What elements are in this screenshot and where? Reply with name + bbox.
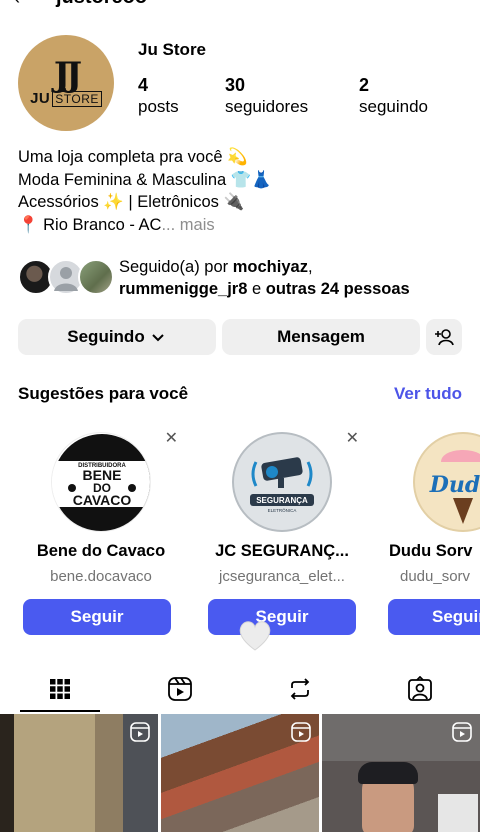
follow-button[interactable]: Seguir bbox=[23, 599, 171, 635]
tab-tagged[interactable] bbox=[390, 666, 450, 712]
avatar[interactable]: SEGURANÇA ELETRÔNICA bbox=[232, 432, 332, 532]
profile-stats: 4 posts 30 seguidores 2 seguindo bbox=[138, 74, 458, 124]
stat-following-number: 2 bbox=[359, 75, 370, 95]
add-person-icon bbox=[435, 329, 454, 346]
card-name[interactable]: Bene do Cavaco bbox=[14, 542, 188, 561]
stat-followers[interactable]: 30 seguidores bbox=[225, 74, 308, 118]
card-username: bene.docavaco bbox=[50, 568, 152, 585]
cap bbox=[358, 762, 418, 784]
follow-button[interactable]: Seguir bbox=[388, 599, 480, 635]
stat-following[interactable]: 2 seguindo bbox=[359, 74, 428, 118]
profile-name: Ju Store bbox=[138, 40, 207, 59]
post-tile[interactable] bbox=[161, 714, 319, 832]
card-name[interactable]: JC SEGURANÇ... bbox=[195, 542, 369, 561]
more-options-icon[interactable]: ••• bbox=[392, 0, 411, 7]
tab-grid[interactable] bbox=[30, 666, 90, 712]
post-tile[interactable] bbox=[322, 714, 480, 832]
reel-badge-icon bbox=[452, 722, 472, 742]
tab-reels[interactable] bbox=[150, 666, 210, 712]
suggestions-title: Sugestões para você bbox=[18, 384, 189, 403]
profile-handle: justoreoo bbox=[56, 0, 147, 9]
followed-by[interactable]: Seguido(a) por mochiyaz, rummenigge_jr8 … bbox=[18, 256, 468, 300]
stat-followers-number: 30 bbox=[225, 75, 246, 95]
followed-by-text: Seguido(a) por mochiyaz, rummenigge_jr8 … bbox=[119, 258, 410, 298]
reels-icon bbox=[168, 677, 192, 701]
repost-icon bbox=[290, 678, 310, 700]
security-camera-logo-icon: SEGURANÇA ELETRÔNICA bbox=[232, 432, 332, 532]
reel-badge-icon bbox=[130, 722, 150, 742]
card-name[interactable]: Dudu Sorv bbox=[389, 542, 480, 561]
stat-posts[interactable]: 4 posts bbox=[138, 74, 179, 118]
follower-avatars bbox=[18, 259, 114, 295]
active-tab-indicator bbox=[20, 710, 100, 712]
suggestion-card[interactable]: ✕ DISTRIBUIDORA BENE DO CAVACO Bene do C… bbox=[14, 420, 188, 648]
heart-icon bbox=[239, 621, 271, 651]
card-username: jcseguranca_elet... bbox=[219, 568, 345, 585]
suggestion-card[interactable]: Dudu Dudu Sorv dudu_sorv Seguir bbox=[376, 420, 480, 648]
profile-bio: Uma loja completa pra você 💫 Moda Femini… bbox=[18, 146, 272, 236]
avatar bbox=[78, 259, 114, 295]
card-username: dudu_sorv bbox=[400, 568, 471, 585]
bio-line: 📍 Rio Branco - AC... mais bbox=[18, 215, 215, 234]
avatar[interactable]: Dudu bbox=[413, 432, 480, 532]
profile-tabs bbox=[0, 666, 480, 712]
svg-text:SEGURANÇA: SEGURANÇA bbox=[256, 496, 308, 505]
avatar[interactable]: DISTRIBUIDORA BENE DO CAVACO bbox=[51, 432, 151, 532]
following-button-label: Seguindo bbox=[67, 327, 145, 346]
device bbox=[438, 794, 478, 832]
svg-text:ELETRÔNICA: ELETRÔNICA bbox=[268, 507, 297, 513]
message-button[interactable]: Mensagem bbox=[222, 319, 420, 355]
following-button[interactable]: Seguindo bbox=[18, 319, 216, 355]
ice-cream-logo-icon: Dudu bbox=[413, 432, 480, 532]
tagged-icon bbox=[408, 676, 432, 701]
reel-badge-icon bbox=[291, 722, 311, 742]
avatar-logo-word: JU STORE bbox=[30, 90, 102, 107]
top-bar: ‹ justoreoo ••• bbox=[0, 0, 480, 8]
stat-posts-label: posts bbox=[138, 97, 179, 116]
chevron-down-icon bbox=[152, 334, 164, 342]
close-icon[interactable]: ✕ bbox=[346, 428, 359, 448]
tab-reposts[interactable] bbox=[270, 666, 330, 712]
close-icon[interactable]: ✕ bbox=[165, 428, 178, 448]
see-all-link[interactable]: Ver tudo bbox=[394, 384, 462, 404]
back-arrow-icon[interactable]: ‹ bbox=[14, 0, 20, 9]
posts-grid bbox=[0, 714, 480, 832]
bio-line: Moda Feminina & Masculina 👕👗 bbox=[18, 170, 272, 189]
svg-text:CAVACO: CAVACO bbox=[73, 492, 132, 508]
grid-icon bbox=[50, 679, 70, 699]
profile-avatar[interactable]: JJ JU STORE bbox=[18, 35, 114, 131]
message-button-label: Mensagem bbox=[277, 327, 365, 346]
bio-line: Acessórios ✨ | Eletrônicos 🔌 bbox=[18, 193, 245, 211]
post-tile[interactable] bbox=[0, 714, 158, 832]
bene-logo-icon: DISTRIBUIDORA BENE DO CAVACO bbox=[52, 434, 150, 531]
svg-text:Dudu: Dudu bbox=[429, 472, 480, 498]
stat-following-label: seguindo bbox=[359, 97, 429, 116]
add-person-button[interactable] bbox=[426, 319, 462, 355]
bio-more-link[interactable]: ... mais bbox=[161, 216, 214, 234]
suggestion-card[interactable]: ✕ SEGURANÇA ELETRÔNICA JC SEGURANÇ... jc… bbox=[195, 420, 369, 651]
follow-button[interactable]: Seguir bbox=[208, 599, 356, 635]
stat-posts-number: 4 bbox=[138, 75, 149, 95]
avatar-logo-mark: JJ bbox=[53, 54, 82, 95]
stat-followers-label: seguidores bbox=[225, 97, 309, 116]
bio-line: Uma loja completa pra você 💫 bbox=[18, 148, 248, 166]
